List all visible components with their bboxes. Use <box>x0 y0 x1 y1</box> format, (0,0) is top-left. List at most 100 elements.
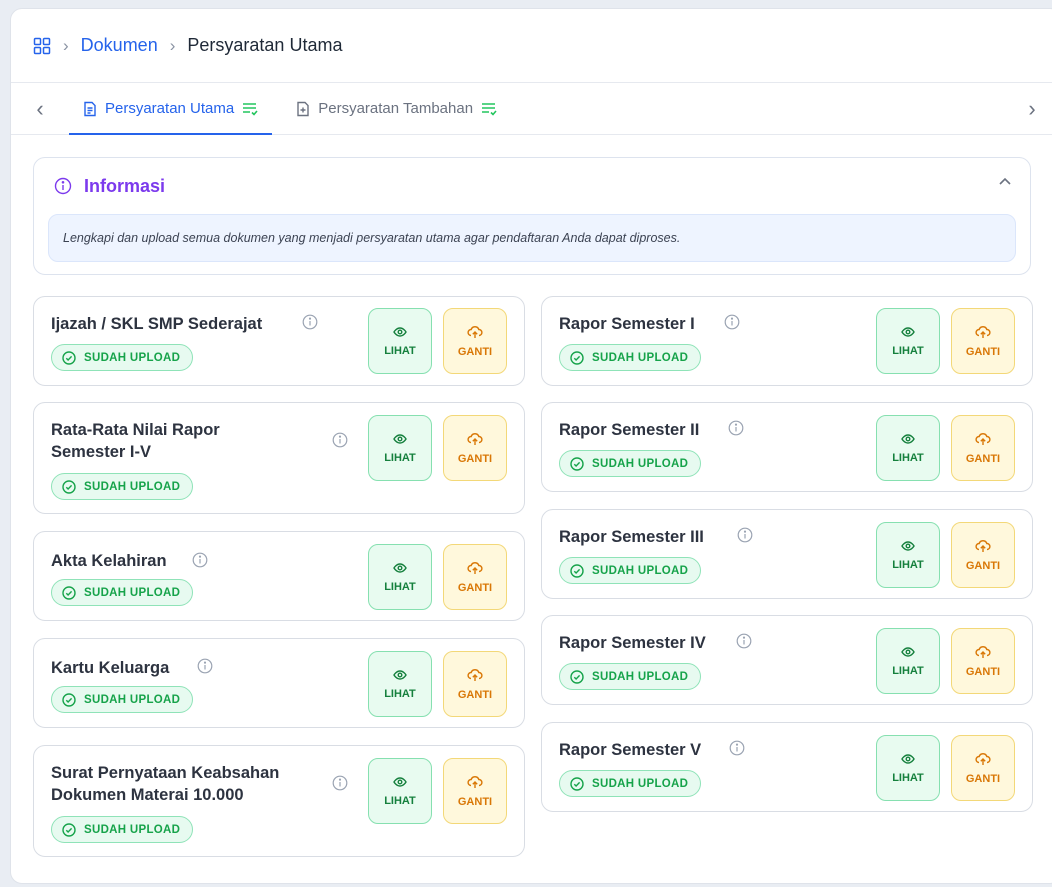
document-title: Rata-Rata Nilai Rapor Semester I-V <box>51 421 220 461</box>
document-icon <box>84 101 96 116</box>
view-button[interactable]: LIHAT <box>368 415 432 481</box>
cloud-upload-icon <box>467 775 483 788</box>
replace-button[interactable]: GANTI <box>443 308 507 374</box>
status-badge: SUDAH UPLOAD <box>51 473 194 500</box>
tab-persyaratan-utama[interactable]: Persyaratan Utama <box>69 83 273 135</box>
view-button[interactable]: LIHAT <box>876 628 940 694</box>
cloud-upload-icon <box>975 645 991 658</box>
status-badge: SUDAH UPLOAD <box>51 579 194 606</box>
status-badge: SUDAH UPLOAD <box>51 816 194 843</box>
info-icon[interactable] <box>737 527 753 548</box>
view-button[interactable]: LIHAT <box>368 544 432 610</box>
tab-scroll-left-button[interactable]: ‹ <box>11 83 69 134</box>
document-card-rapor-semester-5: Rapor Semester V SUDAH UPLOAD LIHAT GANT… <box>541 722 1033 812</box>
document-card-kartu-keluarga: Kartu Keluarga SUDAH UPLOAD LIHAT GANTI <box>33 638 525 728</box>
document-title: Akta Kelahiran <box>51 552 167 570</box>
document-title: Rapor Semester IV <box>559 634 706 652</box>
grid-icon[interactable] <box>33 37 51 55</box>
status-badge: SUDAH UPLOAD <box>51 344 194 371</box>
info-icon <box>54 177 72 195</box>
status-badge: SUDAH UPLOAD <box>559 663 702 690</box>
replace-button[interactable]: GANTI <box>443 758 507 824</box>
cloud-upload-icon <box>467 668 483 681</box>
eye-icon <box>393 433 407 444</box>
status-badge: SUDAH UPLOAD <box>51 686 194 713</box>
replace-button[interactable]: GANTI <box>951 522 1015 588</box>
replace-button[interactable]: GANTI <box>951 735 1015 801</box>
replace-button[interactable]: GANTI <box>443 415 507 481</box>
view-button[interactable]: LIHAT <box>876 308 940 374</box>
document-title: Ijazah / SKL SMP Sederajat <box>51 315 263 333</box>
check-circle-icon <box>570 350 584 365</box>
breadcrumb-current: Persyaratan Utama <box>187 35 343 55</box>
view-button[interactable]: LIHAT <box>876 735 940 801</box>
chevron-up-icon[interactable] <box>998 174 1012 192</box>
info-header[interactable]: Informasi <box>34 158 1030 214</box>
tab-label: Persyaratan Utama <box>105 100 235 117</box>
document-card-rapor-semester-2: Rapor Semester II SUDAH UPLOAD LIHAT GAN… <box>541 402 1033 492</box>
info-panel: Informasi Lengkapi dan upload semua doku… <box>33 157 1031 275</box>
cloud-upload-icon <box>975 752 991 765</box>
view-button[interactable]: LIHAT <box>368 651 432 717</box>
cloud-upload-icon <box>975 432 991 445</box>
tab-label: Persyaratan Tambahan <box>318 100 474 117</box>
tab-scroll-right-button[interactable]: › <box>1003 83 1052 134</box>
eye-icon <box>901 753 915 764</box>
document-title: Rapor Semester II <box>559 421 700 439</box>
info-icon[interactable] <box>736 633 752 654</box>
view-button[interactable]: LIHAT <box>368 308 432 374</box>
view-button[interactable]: LIHAT <box>876 415 940 481</box>
document-card-akta-kelahiran: Akta Kelahiran SUDAH UPLOAD LIHAT GANTI <box>33 531 525 621</box>
info-icon[interactable] <box>728 420 744 441</box>
check-circle-icon <box>62 692 76 707</box>
breadcrumb: › Dokumen › Persyaratan Utama <box>11 9 1052 83</box>
replace-button[interactable]: GANTI <box>951 415 1015 481</box>
status-badge: SUDAH UPLOAD <box>559 450 702 477</box>
document-card-surat-pernyataan: Surat Pernyataan Keabsahan Dokumen Mater… <box>33 745 525 857</box>
cloud-upload-icon <box>467 325 483 338</box>
document-card-rapor-semester-1: Rapor Semester I SUDAH UPLOAD LIHAT GANT… <box>541 296 1033 386</box>
view-button[interactable]: LIHAT <box>876 522 940 588</box>
info-icon[interactable] <box>302 314 318 335</box>
eye-icon <box>901 540 915 551</box>
breadcrumb-link-dokumen[interactable]: Dokumen <box>81 35 158 56</box>
chevron-right-icon: › <box>63 35 69 55</box>
tab-persyaratan-tambahan[interactable]: Persyaratan Tambahan <box>282 83 511 134</box>
eye-icon <box>901 646 915 657</box>
tab-bar: ‹ Persyaratan Utama Persyaratan Tambahan… <box>11 83 1052 135</box>
list-check-icon <box>482 102 497 116</box>
replace-button[interactable]: GANTI <box>443 544 507 610</box>
document-title: Rapor Semester V <box>559 741 702 759</box>
replace-button[interactable]: GANTI <box>951 628 1015 694</box>
eye-icon <box>393 669 407 680</box>
chevron-right-icon: › <box>169 35 176 55</box>
info-icon[interactable] <box>729 740 745 761</box>
info-title: Informasi <box>84 175 166 196</box>
document-title: Rapor Semester III <box>559 528 704 546</box>
info-icon[interactable] <box>332 775 348 796</box>
check-circle-icon <box>62 479 76 494</box>
document-title: Kartu Keluarga <box>51 659 170 677</box>
cloud-upload-icon <box>975 325 991 338</box>
eye-icon <box>393 776 407 787</box>
info-icon[interactable] <box>197 658 213 679</box>
info-icon[interactable] <box>192 552 208 573</box>
replace-button[interactable]: GANTI <box>951 308 1015 374</box>
eye-icon <box>393 562 407 573</box>
eye-icon <box>901 326 915 337</box>
info-icon[interactable] <box>332 432 348 453</box>
document-card-rata-rata-nilai: Rata-Rata Nilai Rapor Semester I-V SUDAH… <box>33 402 525 514</box>
check-circle-icon <box>62 585 76 600</box>
list-check-icon <box>243 102 258 116</box>
status-badge: SUDAH UPLOAD <box>559 770 702 797</box>
check-circle-icon <box>570 563 584 578</box>
replace-button[interactable]: GANTI <box>443 651 507 717</box>
check-circle-icon <box>570 669 584 684</box>
info-icon[interactable] <box>724 314 740 335</box>
document-title: Surat Pernyataan Keabsahan Dokumen Mater… <box>51 764 280 804</box>
document-panel: › Dokumen › Persyaratan Utama ‹ Persyara… <box>10 8 1052 884</box>
check-circle-icon <box>62 822 76 837</box>
view-button[interactable]: LIHAT <box>368 758 432 824</box>
document-card-ijazah: Ijazah / SKL SMP Sederajat SUDAH UPLOAD … <box>33 296 525 386</box>
check-circle-icon <box>570 776 584 791</box>
